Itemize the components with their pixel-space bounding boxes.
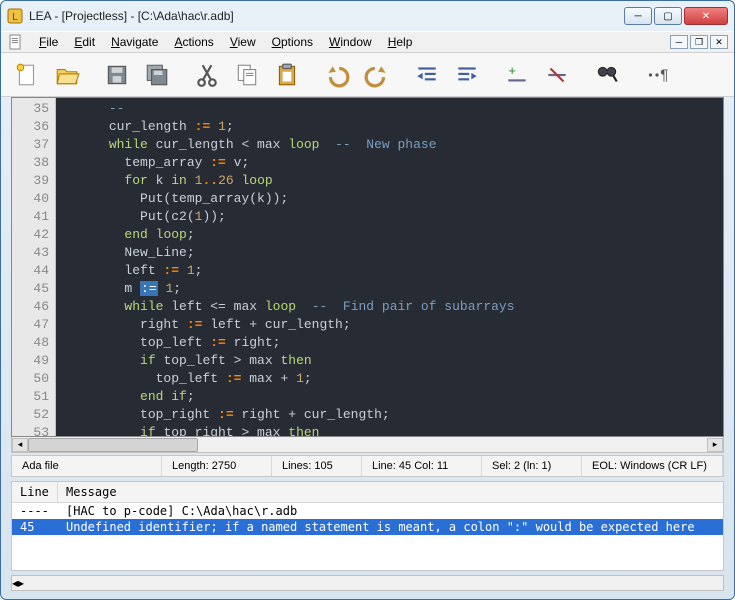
menu-options[interactable]: Options <box>264 33 321 51</box>
menu-edit[interactable]: Edit <box>66 33 103 51</box>
uncomment-button[interactable] <box>539 57 575 93</box>
cut-button[interactable] <box>189 57 225 93</box>
comment-button[interactable]: + <box>499 57 535 93</box>
menu-file[interactable]: File <box>31 33 66 51</box>
paste-button[interactable] <box>269 57 305 93</box>
menu-view[interactable]: View <box>222 33 264 51</box>
find-button[interactable] <box>589 57 625 93</box>
code-editor[interactable]: 3536373839404142434445464748495051525354… <box>11 97 724 437</box>
messages-header-message[interactable]: Message <box>58 482 723 502</box>
app-icon: L <box>7 8 23 24</box>
undo-button[interactable] <box>319 57 355 93</box>
titlebar[interactable]: L LEA - [Projectless] - [C:\Ada\hac\r.ad… <box>1 1 734 31</box>
close-button[interactable]: ✕ <box>684 7 728 25</box>
message-row[interactable]: 45Undefined identifier; if a named state… <box>12 519 723 535</box>
messages-hscrollbar[interactable]: ◂ ▸ <box>11 575 724 591</box>
save-button[interactable] <box>99 57 135 93</box>
document-icon <box>7 34 23 50</box>
statusbar: Ada file Length: 2750 Lines: 105 Line: 4… <box>11 455 724 477</box>
svg-text:¶: ¶ <box>660 66 668 83</box>
svg-text:L: L <box>12 12 18 23</box>
scroll-right-button[interactable]: ▸ <box>707 438 723 452</box>
msg-scroll-right-button[interactable]: ▸ <box>18 576 24 590</box>
scroll-left-button[interactable]: ◂ <box>12 438 28 452</box>
window-title: LEA - [Projectless] - [C:\Ada\hac\r.adb] <box>29 9 624 23</box>
toolbar: + ¶ <box>1 53 734 97</box>
editor-hscrollbar[interactable]: ◂ ▸ <box>11 437 724 453</box>
mdi-restore-button[interactable]: ❐ <box>690 35 708 49</box>
outdent-button[interactable] <box>449 57 485 93</box>
save-all-button[interactable] <box>139 57 175 93</box>
message-rows: ----[HAC to p-code] C:\Ada\hac\r.adb45Un… <box>12 503 723 570</box>
indent-button[interactable] <box>409 57 445 93</box>
open-file-button[interactable] <box>49 57 85 93</box>
status-selection: Sel: 2 (ln: 1) <box>482 456 582 476</box>
menu-actions[interactable]: Actions <box>166 33 221 51</box>
redo-button[interactable] <box>359 57 395 93</box>
mdi-minimize-button[interactable]: ─ <box>670 35 688 49</box>
code-area[interactable]: -- cur_length := 1; while cur_length < m… <box>56 98 723 436</box>
show-special-button[interactable]: ¶ <box>639 57 675 93</box>
app-window: L LEA - [Projectless] - [C:\Ada\hac\r.ad… <box>0 0 735 600</box>
menu-window[interactable]: Window <box>321 33 380 51</box>
menubar: File Edit Navigate Actions View Options … <box>1 31 734 53</box>
line-gutter[interactable]: 3536373839404142434445464748495051525354… <box>12 98 56 436</box>
status-filetype: Ada file <box>12 456 162 476</box>
status-eol: EOL: Windows (CR LF) <box>582 456 723 476</box>
messages-header-line[interactable]: Line <box>12 482 58 502</box>
status-lines: Lines: 105 <box>272 456 362 476</box>
message-panel: Line Message ----[HAC to p-code] C:\Ada\… <box>11 481 724 571</box>
svg-text:+: + <box>508 63 516 78</box>
copy-button[interactable] <box>229 57 265 93</box>
message-row[interactable]: ----[HAC to p-code] C:\Ada\hac\r.adb <box>12 503 723 519</box>
menu-navigate[interactable]: Navigate <box>103 33 166 51</box>
new-file-button[interactable] <box>9 57 45 93</box>
status-position: Line: 45 Col: 11 <box>362 456 482 476</box>
menu-help[interactable]: Help <box>380 33 421 51</box>
maximize-button[interactable]: ▢ <box>654 7 682 25</box>
minimize-button[interactable]: ─ <box>624 7 652 25</box>
mdi-close-button[interactable]: ✕ <box>710 35 728 49</box>
status-length: Length: 2750 <box>162 456 272 476</box>
scroll-thumb[interactable] <box>28 438 198 452</box>
